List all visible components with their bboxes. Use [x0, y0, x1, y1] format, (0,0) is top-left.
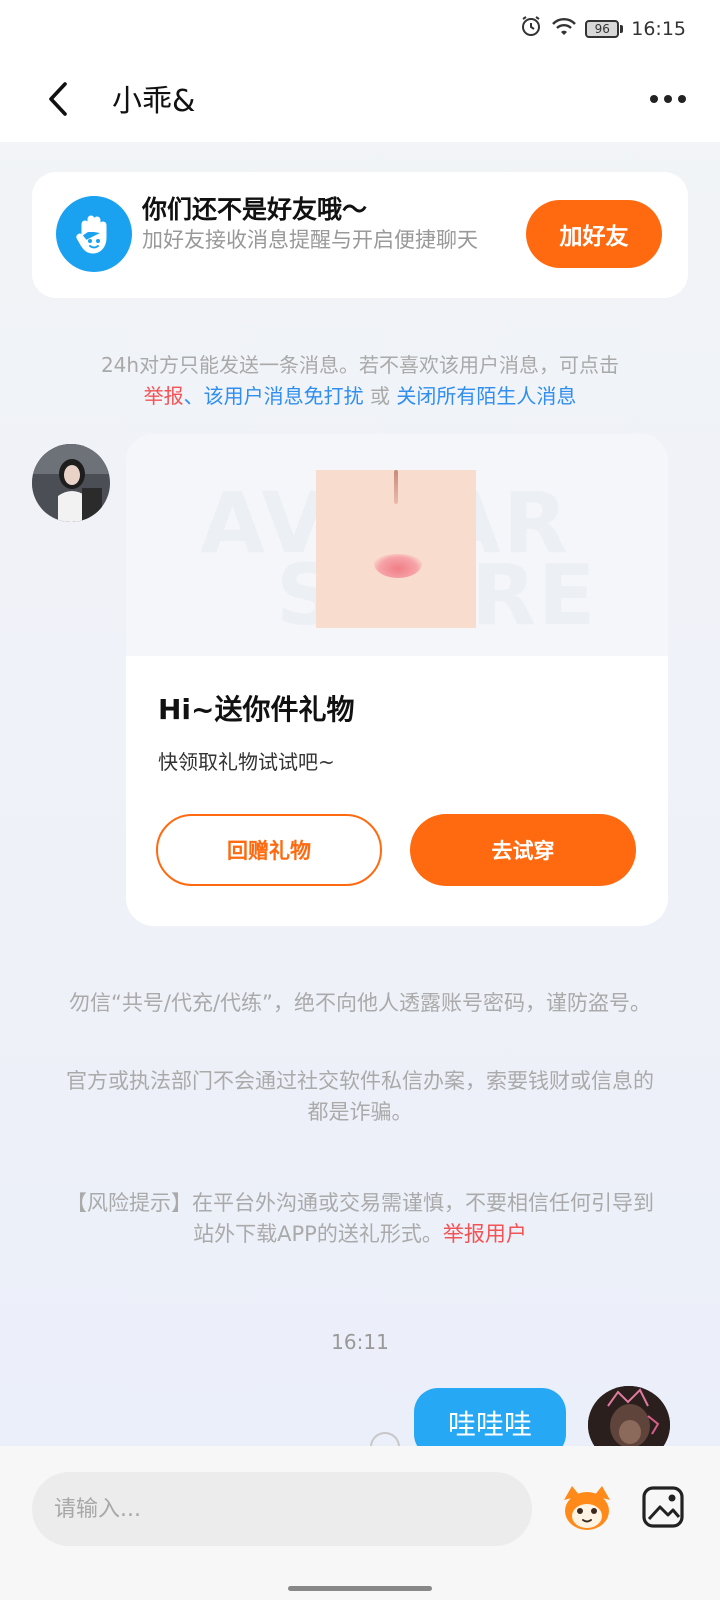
friend-card-title: 你们还不是好友哦～ [142, 195, 368, 224]
friend-card-description: 加好友接收消息提醒与开启便捷聊天 [142, 228, 478, 252]
notice-separator: 、 [183, 384, 204, 408]
emoji-button[interactable] [556, 1476, 618, 1538]
notice-text: 24h对方只能发送一条消息。若不喜欢该用户消息，可点击 [100, 353, 620, 377]
try-on-button[interactable]: 去试穿 [410, 814, 636, 886]
chat-input-bar [0, 1446, 720, 1600]
fraud-warning: 官方或执法部门不会通过社交软件私信办案，索要钱财或信息的都是诈骗。 [66, 1069, 654, 1124]
chevron-left-icon [49, 82, 67, 116]
risk-warning-text: 【风险提示】在平台外沟通或交易需谨慎，不要相信任何引导到站外下载APP的送礼形式… [66, 1191, 654, 1246]
gift-message-card: AVATAR STORE Hi~送你件礼物 快领取礼物试试吧~ 回赠礼物 去试穿 [126, 434, 668, 926]
report-user-link[interactable]: 举报用户 [443, 1222, 527, 1246]
alarm-icon [519, 14, 543, 43]
gift-banner: AVATAR STORE [126, 434, 668, 656]
risk-warning: 【风险提示】在平台外沟通或交易需谨慎，不要相信任何引导到站外下载APP的送礼形式… [56, 1188, 664, 1250]
chat-header: 小乖& [0, 56, 720, 142]
gift-title: Hi~送你件礼物 [158, 693, 355, 726]
notice-or: 或 [363, 384, 397, 408]
battery-icon: 96 [585, 19, 624, 38]
more-dot-icon [650, 95, 658, 103]
gift-subtitle: 快领取礼物试试吧~ [158, 750, 335, 774]
more-options-button[interactable] [646, 84, 690, 114]
message-timestamp: 16:11 [331, 1330, 389, 1354]
status-time: 16:15 [631, 17, 686, 40]
add-friend-button[interactable]: 加好友 [526, 200, 662, 268]
lips-shape [374, 554, 422, 578]
message-input[interactable] [32, 1472, 532, 1546]
mascot-emoji-icon [564, 1486, 610, 1530]
wifi-icon [551, 15, 577, 42]
mute-user-link[interactable]: 该用户消息免打扰 [204, 384, 364, 408]
chat-title: 小乖& [112, 84, 196, 119]
image-button[interactable] [636, 1476, 690, 1538]
hand-wave-icon [56, 196, 132, 272]
status-bar: 96 16:15 [0, 0, 720, 56]
return-gift-button[interactable]: 回赠礼物 [156, 814, 382, 886]
back-button[interactable] [38, 74, 78, 124]
account-safety-warning: 勿信“共号/代充/代练”，绝不向他人透露账号密码，谨防盗号。 [69, 991, 651, 1015]
close-stranger-messages-link[interactable]: 关闭所有陌生人消息 [396, 384, 576, 408]
sender-avatar[interactable] [32, 444, 110, 522]
battery-level: 96 [585, 19, 620, 38]
stranger-notice: 24h对方只能发送一条消息。若不喜欢该用户消息，可点击 举报、该用户消息免打扰 … [40, 350, 680, 412]
home-indicator [288, 1586, 432, 1591]
image-icon [642, 1486, 684, 1528]
status-icons: 96 16:15 [519, 14, 686, 43]
not-friend-card: 你们还不是好友哦～ 加好友接收消息提醒与开启便捷聊天 加好友 [32, 172, 688, 298]
gift-preview-image[interactable] [316, 470, 476, 628]
report-link[interactable]: 举报 [144, 384, 184, 408]
